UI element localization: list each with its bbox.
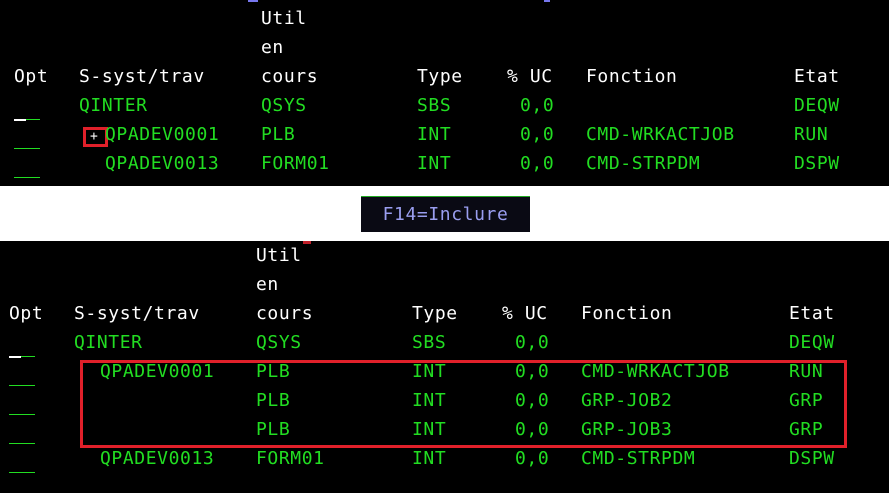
job-user: PLB (261, 124, 296, 145)
job-function: CMD-STRPDM (586, 153, 701, 174)
header-user-line3: cours (256, 303, 314, 324)
option-input-field[interactable] (26, 119, 40, 120)
header-function: Fonction (581, 303, 673, 324)
option-input-field[interactable] (9, 414, 35, 415)
job-function: CMD-STRPDM (581, 448, 696, 469)
screen-artifact (544, 0, 550, 2)
header-cpu: % UC (507, 66, 553, 87)
job-subsystem: QINTER (79, 95, 148, 116)
header-subsystem-job: S-syst/trav (79, 66, 205, 87)
header-type: Type (417, 66, 463, 87)
terminal-panel-before: Util en Opt S-syst/trav cours Type % UC … (0, 0, 889, 186)
screen-artifact (248, 0, 258, 2)
job-type: INT (417, 124, 452, 145)
job-cpu: 0,0 (520, 124, 555, 145)
job-status: DSPW (789, 448, 835, 469)
header-status: Etat (794, 66, 840, 87)
job-status: DEQW (789, 332, 835, 353)
job-type: INT (412, 448, 447, 469)
expand-marker[interactable]: + (90, 127, 98, 147)
job-status: DEQW (794, 95, 840, 116)
job-name: QPADEV0001 (105, 124, 220, 145)
job-cpu: 0,0 (520, 95, 555, 116)
option-input-field[interactable] (9, 443, 35, 444)
job-type: INT (417, 153, 452, 174)
function-key-f14-include[interactable]: F14=Inclure (361, 196, 530, 232)
header-opt: Opt (14, 66, 49, 87)
header-user-line2: en (261, 37, 284, 58)
header-user-line3: cours (261, 66, 319, 87)
cursor (9, 356, 21, 358)
job-cpu: 0,0 (515, 332, 550, 353)
job-type: SBS (412, 332, 447, 353)
job-name: QPADEV0013 (105, 153, 220, 174)
header-subsystem-job: S-syst/trav (74, 303, 200, 324)
header-opt: Opt (9, 303, 44, 324)
header-function: Fonction (586, 66, 678, 87)
cursor (14, 119, 26, 121)
terminal-panel-after: Util en Opt S-syst/trav cours Type % UC … (0, 241, 889, 493)
header-type: Type (412, 303, 458, 324)
option-input-field[interactable] (14, 177, 40, 178)
header-user-line1: Util (256, 245, 302, 266)
option-input-field[interactable] (9, 385, 35, 386)
job-cpu: 0,0 (520, 153, 555, 174)
job-function: CMD-WRKACTJOB (586, 124, 735, 145)
job-user: FORM01 (256, 448, 325, 469)
option-input-field[interactable] (21, 356, 35, 357)
screen-artifact (303, 241, 311, 244)
job-user: FORM01 (261, 153, 330, 174)
header-status: Etat (789, 303, 835, 324)
job-cpu: 0,0 (515, 448, 550, 469)
option-input-field[interactable] (14, 148, 40, 149)
job-status: DSPW (794, 153, 840, 174)
job-type: SBS (417, 95, 452, 116)
header-user-line2: en (256, 274, 279, 295)
job-user: QSYS (261, 95, 307, 116)
header-cpu: % UC (502, 303, 548, 324)
job-user: QSYS (256, 332, 302, 353)
job-name: QPADEV0013 (100, 448, 215, 469)
option-input-field[interactable] (9, 472, 35, 473)
expanded-group-highlight (80, 360, 847, 448)
job-status: RUN (794, 124, 829, 145)
header-user-line1: Util (261, 8, 307, 29)
job-subsystem: QINTER (74, 332, 143, 353)
